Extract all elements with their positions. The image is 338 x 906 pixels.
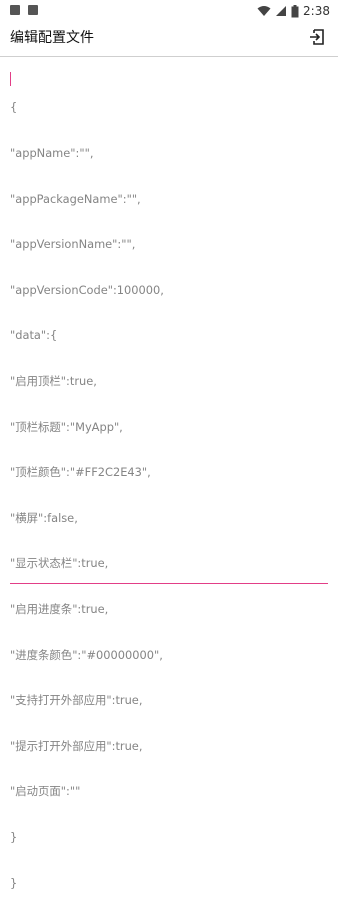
battery-icon [291,4,299,18]
editor-line: } [10,875,18,890]
editor-line: "横屏":false, [10,510,78,525]
editor-line: "进度条颜色":"#00000000", [10,647,163,662]
status-bar: 2:38 [0,0,338,22]
editor-line: { [10,100,18,115]
wifi-icon [257,5,271,17]
status-time: 2:38 [303,4,330,18]
signal-icon [275,5,287,17]
config-editor[interactable]: { "appName":"", "appPackageName":"", "ap… [10,70,328,889]
status-icons: 2:38 [257,2,330,20]
editor-line: "显示状态栏":true, [10,556,109,571]
editor-line: "启动页面":"" [10,784,81,799]
page-title: 编辑配置文件 [10,30,94,46]
editor-line: "顶栏标题":"MyApp", [10,419,123,434]
editor-line: "顶栏颜色":"#FF2C2E43", [10,465,151,480]
notification-square-icon [10,5,20,15]
editor-underline [10,583,328,584]
notification-square-icon [28,5,38,15]
editor-line: "data":{ [10,328,58,343]
exit-to-app-icon [309,29,325,49]
editor-line: "appPackageName":"", [10,191,141,206]
editor-line: "支持打开外部应用":true, [10,693,143,708]
editor-line: "提示打开外部应用":true, [10,738,143,753]
exit-button[interactable] [306,28,328,50]
app-bar: 编辑配置文件 [0,22,338,57]
editor-line: "appName":"", [10,146,94,160]
editor-line: "appVersionCode":100000, [10,282,164,297]
editor-line: "启用进度条":true, [10,601,109,616]
editor-line: "appVersionName":"", [10,237,136,252]
editor-line: } [10,829,18,844]
text-cursor [10,72,11,86]
editor-line: "启用顶栏":true, [10,373,97,388]
